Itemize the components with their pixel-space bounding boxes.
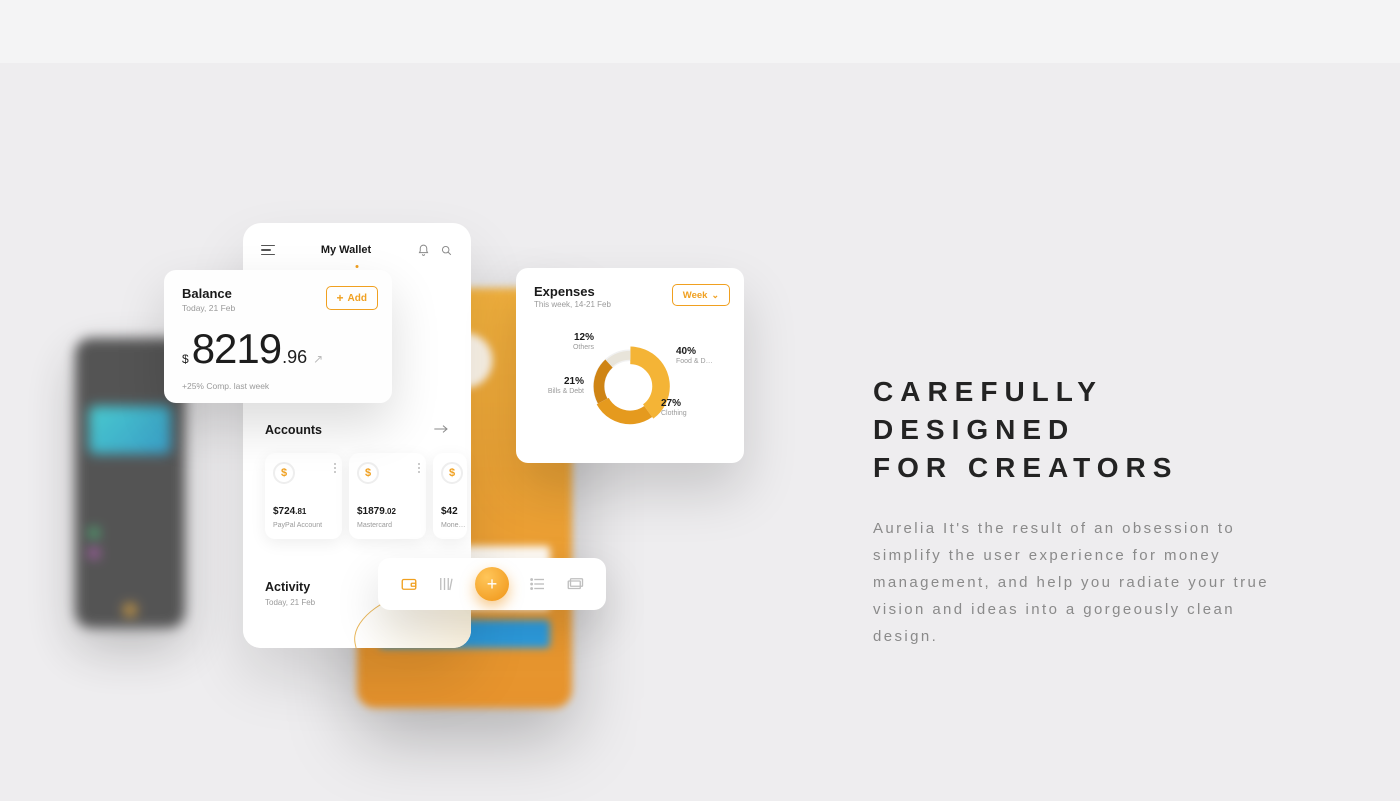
add-fab-button[interactable]: + bbox=[475, 567, 509, 601]
add-button[interactable]: + Add bbox=[326, 286, 378, 310]
balance-amount: $ 8219 .96 ↗ bbox=[182, 325, 323, 373]
segment-label-clothing: 27%Clothing bbox=[661, 398, 687, 417]
bell-icon[interactable] bbox=[417, 244, 430, 257]
expenses-donut-wrap: 12%Others 21%Bills & Debt 40%Food & D… 2… bbox=[516, 318, 744, 458]
kebab-icon[interactable] bbox=[418, 463, 420, 473]
arrow-right-icon[interactable] bbox=[433, 421, 449, 439]
header-indicator-dot bbox=[356, 265, 359, 268]
expenses-donut-chart bbox=[589, 345, 671, 427]
heading-line-2: FOR CREATORS bbox=[873, 452, 1178, 483]
menu-icon[interactable] bbox=[261, 245, 275, 256]
currency-ring-icon: $ bbox=[357, 462, 379, 484]
bottom-nav: + bbox=[378, 558, 606, 610]
wallet-icon[interactable] bbox=[400, 575, 418, 593]
segment-label-others: 12%Others bbox=[573, 332, 594, 351]
balance-card: Balance Today, 21 Feb + Add $ 8219 .96 ↗… bbox=[164, 270, 392, 403]
account-label: PayPal Account bbox=[273, 522, 322, 529]
dot-orange-bottom bbox=[124, 604, 136, 616]
wallet-header: My Wallet bbox=[243, 223, 471, 277]
currency-symbol: $ bbox=[182, 352, 189, 366]
search-icon[interactable] bbox=[440, 244, 453, 257]
account-label: Mastercard bbox=[357, 522, 392, 529]
account-card[interactable]: $ $1879.02 Mastercard bbox=[349, 453, 426, 539]
account-card[interactable]: $ $724.81 PayPal Account bbox=[265, 453, 342, 539]
marketing-heading: CAREFULLY DESIGNED FOR CREATORS bbox=[873, 373, 1303, 487]
add-button-label: Add bbox=[348, 293, 367, 304]
dot-green bbox=[89, 528, 99, 538]
cards-icon[interactable] bbox=[566, 575, 584, 593]
segment-label-food: 40%Food & D… bbox=[676, 346, 713, 365]
list-icon[interactable] bbox=[529, 575, 547, 593]
marketing-copy: CAREFULLY DESIGNED FOR CREATORS Aurelia … bbox=[873, 373, 1303, 650]
period-selector-button[interactable]: Week ⌄ bbox=[672, 284, 730, 306]
balance-decimals: .96 bbox=[282, 347, 307, 368]
activity-date: Today, 21 Feb bbox=[265, 598, 315, 607]
wallet-title: My Wallet bbox=[321, 244, 371, 256]
library-icon[interactable] bbox=[437, 575, 455, 593]
period-label: Week bbox=[683, 290, 708, 301]
top-whitespace-strip bbox=[0, 0, 1400, 63]
currency-ring-icon: $ bbox=[441, 462, 463, 484]
accounts-heading: Accounts bbox=[265, 423, 322, 437]
segment-label-bills: 21%Bills & Debt bbox=[548, 376, 584, 395]
hero-stage: CAREFULLY DESIGNED FOR CREATORS Aurelia … bbox=[0, 63, 1400, 801]
card-placeholder-teal bbox=[89, 406, 171, 454]
plus-icon: + bbox=[487, 574, 498, 595]
balance-whole: 8219 bbox=[192, 325, 281, 373]
kebab-icon[interactable] bbox=[334, 463, 336, 473]
account-cards-row[interactable]: $ $724.81 PayPal Account $ $1879.02 Mast… bbox=[265, 453, 449, 539]
accounts-section: Accounts $ $724.81 PayPal Account $ $187… bbox=[265, 421, 449, 539]
heading-line-1: CAREFULLY DESIGNED bbox=[873, 376, 1102, 445]
balance-comparison-note: +25% Comp. last week bbox=[182, 381, 269, 391]
chevron-down-icon: ⌄ bbox=[711, 290, 719, 301]
activity-heading: Activity bbox=[265, 580, 310, 594]
currency-ring-icon: $ bbox=[273, 462, 295, 484]
dot-pink bbox=[89, 548, 99, 558]
account-amount: $42 bbox=[441, 506, 458, 517]
account-amount: $724.81 bbox=[273, 506, 306, 517]
expenses-card: Expenses This week, 14-21 Feb Week ⌄ 12%… bbox=[516, 268, 744, 463]
account-amount: $1879.02 bbox=[357, 506, 396, 517]
account-card-partial[interactable]: $ $42 Mone… bbox=[433, 453, 467, 539]
trend-arrow-icon: ↗ bbox=[313, 352, 323, 366]
plus-icon: + bbox=[337, 291, 344, 305]
account-label: Mone… bbox=[441, 522, 466, 529]
marketing-paragraph: Aurelia It's the result of an obsession … bbox=[873, 515, 1303, 650]
